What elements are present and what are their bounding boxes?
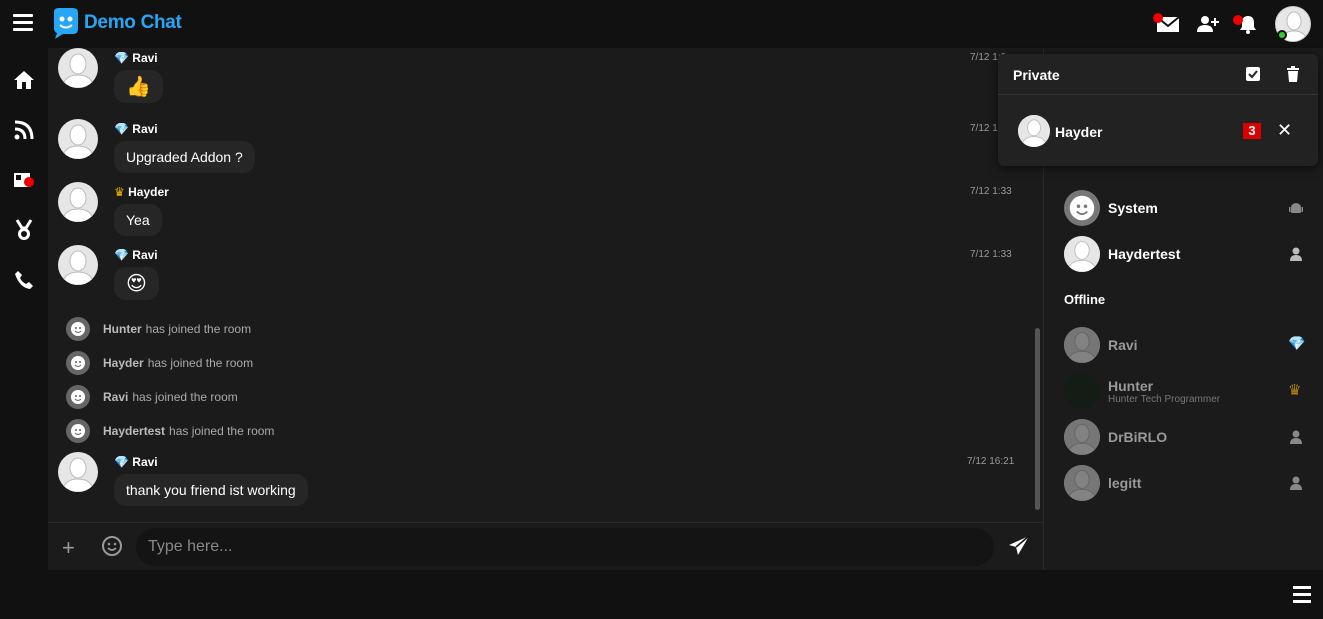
composer: + <box>48 522 1043 570</box>
diamond-icon: 💎 <box>114 248 129 262</box>
avatar <box>1064 190 1100 226</box>
user-name: legitt <box>1108 475 1142 491</box>
system-user: Ravi <box>103 390 129 404</box>
divider <box>998 94 1318 95</box>
message-time: 7/12 1:33 <box>970 186 1012 197</box>
offline-label: Offline <box>1064 292 1106 307</box>
avatar[interactable] <box>58 119 98 159</box>
user-icon <box>1290 430 1302 444</box>
system-user: Haydertest <box>103 424 166 438</box>
left-nav <box>0 48 48 570</box>
message-author: Ravi <box>132 122 158 136</box>
phone-icon[interactable] <box>12 268 36 292</box>
user-name: DrBiRLO <box>1108 429 1168 445</box>
system-message: Hunter has joined the room <box>66 317 251 341</box>
user-icon <box>1290 247 1302 261</box>
close-icon[interactable]: ✕ <box>1277 120 1292 141</box>
diamond-icon: 💎 <box>114 51 129 65</box>
home-icon[interactable] <box>12 68 36 92</box>
check-icon[interactable] <box>1246 67 1260 81</box>
message-author: Hayder <box>128 185 169 199</box>
system-user: Hayder <box>103 356 144 370</box>
rss-icon[interactable] <box>12 118 36 142</box>
diamond-icon: 💎 <box>114 455 129 469</box>
logo-icon <box>54 8 78 39</box>
user-item[interactable]: Hunter Hunter Tech Programmer ♛ <box>1064 371 1314 411</box>
message-time: 7/12 16:21 <box>967 456 1015 467</box>
diamond-icon: 💎 <box>1288 335 1306 351</box>
system-avatar <box>66 385 90 409</box>
avatar <box>1064 373 1100 409</box>
message-input[interactable] <box>136 528 994 566</box>
user-item[interactable]: DrBiRLO <box>1064 417 1314 457</box>
menu-icon[interactable] <box>13 14 33 32</box>
news-icon[interactable] <box>12 168 36 192</box>
system-message: Hayder has joined the room <box>66 351 253 375</box>
message-time: 7/12 1 <box>970 123 998 134</box>
private-title: Private <box>1013 67 1060 83</box>
add-friend-icon[interactable] <box>1195 11 1221 37</box>
user-name: Haydertest <box>1108 246 1181 262</box>
system-text: has joined the room <box>147 356 254 370</box>
message-author: Ravi <box>132 248 158 262</box>
message-bubble: Upgraded Addon ? <box>114 141 255 173</box>
system-text: has joined the room <box>145 322 252 336</box>
message-bubble: 👍 <box>114 70 163 103</box>
user-item[interactable]: Haydertest <box>1064 234 1314 274</box>
chat-scrollbar[interactable] <box>1035 328 1040 510</box>
avatar[interactable] <box>1018 115 1050 147</box>
private-messages-dropdown: Private Hayder 3 ✕ <box>998 54 1318 166</box>
emoji-icon[interactable] <box>101 535 123 557</box>
message-author: Ravi <box>132 51 158 65</box>
avatar[interactable] <box>58 452 98 492</box>
logo[interactable]: Demo Chat <box>50 6 182 40</box>
bottom-bar <box>0 570 1323 619</box>
crown-icon: ♛ <box>114 185 125 199</box>
message-bubble: thank you friend ist working <box>114 474 308 506</box>
avatar[interactable] <box>58 48 98 88</box>
system-text: has joined the room <box>132 390 238 404</box>
menu-icon[interactable] <box>1293 586 1311 607</box>
avatar <box>1064 236 1100 272</box>
system-text: has joined the room <box>169 424 275 438</box>
mail-icon[interactable] <box>1153 11 1181 37</box>
message-bubble: 😍 <box>114 267 159 300</box>
app-title: Demo Chat <box>84 12 182 33</box>
user-name: Ravi <box>1108 337 1138 353</box>
avatar <box>1064 419 1100 455</box>
user-icon <box>1290 476 1302 490</box>
trash-icon[interactable] <box>1286 66 1300 82</box>
system-avatar <box>66 419 90 443</box>
message-bubble: Yea <box>114 204 162 236</box>
online-status-icon <box>1277 30 1287 40</box>
user-name: Hunter <box>1108 377 1154 394</box>
medal-icon[interactable] <box>12 218 36 242</box>
system-avatar <box>66 351 90 375</box>
avatar[interactable] <box>58 182 98 222</box>
private-contact-name[interactable]: Hayder <box>1055 124 1102 140</box>
avatar <box>1064 465 1100 501</box>
unread-count-badge: 3 <box>1243 123 1261 139</box>
system-message: Ravi has joined the room <box>66 385 238 409</box>
plus-icon[interactable]: + <box>62 535 75 561</box>
diamond-icon: 💎 <box>114 122 129 136</box>
avatar[interactable] <box>58 245 98 285</box>
system-user: Hunter <box>103 322 142 336</box>
message-time: 7/12 1:33 <box>970 249 1012 260</box>
bell-icon[interactable] <box>1233 11 1261 37</box>
top-bar: Demo Chat <box>0 0 1323 48</box>
user-status-text: Hunter Tech Programmer <box>1108 393 1221 405</box>
crown-icon: ♛ <box>1288 382 1302 399</box>
user-item[interactable]: System <box>1064 188 1314 228</box>
system-avatar <box>66 317 90 341</box>
message-author: Ravi <box>132 455 158 469</box>
system-message: Haydertest has joined the room <box>66 419 274 443</box>
user-item[interactable]: Ravi 💎 <box>1064 325 1314 365</box>
user-name: System <box>1108 200 1158 216</box>
android-icon <box>1289 203 1303 213</box>
send-icon[interactable] <box>1008 535 1030 557</box>
chat-area: 💎 Ravi 👍 7/12 1:3 💎 Ravi Upgraded Addon … <box>48 48 1043 522</box>
avatar <box>1064 327 1100 363</box>
user-item[interactable]: legitt <box>1064 463 1314 503</box>
